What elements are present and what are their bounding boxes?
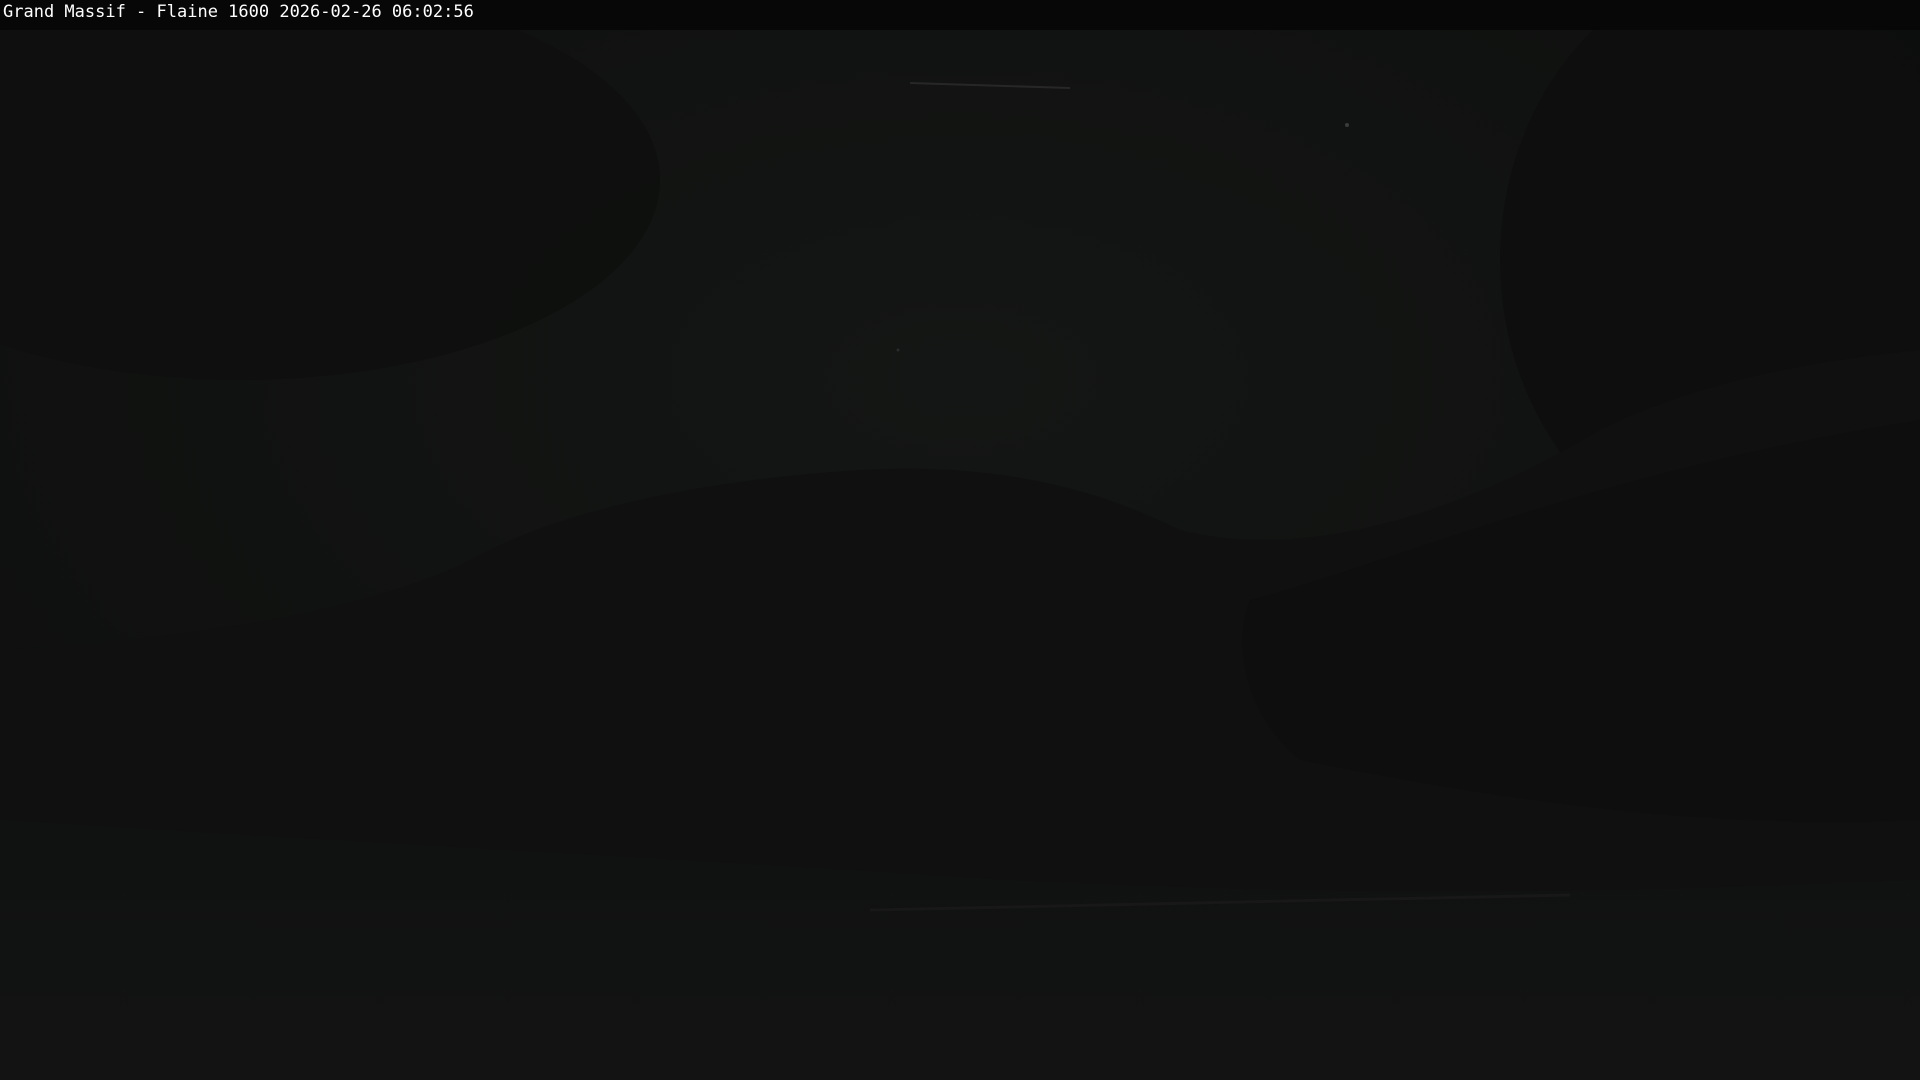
webcam-frame: Grand Massif - Flaine 1600 2026-02-26 06… [0,0,1920,1080]
webcam-caption: Grand Massif - Flaine 1600 2026-02-26 06… [3,2,474,22]
distant-light [1345,123,1349,127]
caption-bar: Grand Massif - Flaine 1600 2026-02-26 06… [0,0,1920,30]
night-mountain-scene [0,0,1920,1080]
distant-light [896,348,900,352]
